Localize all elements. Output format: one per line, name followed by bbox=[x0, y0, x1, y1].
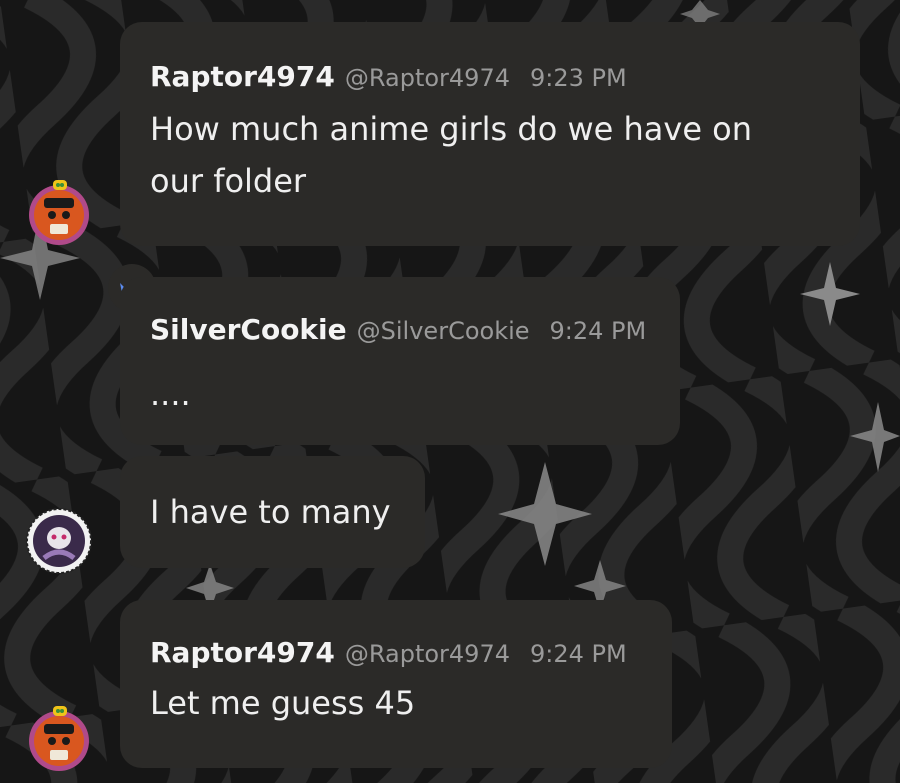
avatar-raptor4974[interactable] bbox=[28, 706, 90, 772]
raptor-avatar-icon bbox=[29, 185, 89, 245]
username[interactable]: Raptor4974 bbox=[150, 60, 335, 93]
message-text: Let me guess 45 bbox=[150, 684, 416, 722]
badge-icon bbox=[53, 180, 67, 190]
message-text: How much anime girls do we have on our f… bbox=[150, 103, 830, 207]
timestamp: 9:23 PM bbox=[530, 64, 627, 92]
message-header: Raptor4974 @Raptor4974 9:24 PM bbox=[150, 636, 642, 669]
user-handle: @Raptor4974 bbox=[344, 64, 510, 92]
message-bubble-3[interactable]: I have to many bbox=[120, 456, 425, 568]
message-bubble-2[interactable]: SilverCookie @SilverCookie 9:24 PM .... bbox=[120, 277, 680, 445]
user-handle: @SilverCookie bbox=[356, 317, 530, 345]
timestamp: 9:24 PM bbox=[530, 640, 627, 668]
raptor-avatar-icon bbox=[29, 711, 89, 771]
message-text: I have to many bbox=[150, 493, 391, 531]
avatar-raptor4974[interactable] bbox=[28, 180, 90, 246]
username[interactable]: Raptor4974 bbox=[150, 636, 335, 669]
message-bubble-4[interactable]: Raptor4974 @Raptor4974 9:24 PM Let me gu… bbox=[120, 600, 672, 768]
message-text-line: our folder bbox=[150, 162, 307, 200]
avatar-silvercookie[interactable] bbox=[26, 508, 92, 574]
badge-icon bbox=[53, 706, 67, 716]
username[interactable]: SilverCookie bbox=[150, 313, 347, 346]
timestamp: 9:24 PM bbox=[549, 317, 647, 345]
message-text-line: How much anime girls do we have on bbox=[150, 110, 753, 148]
message-bubble-1[interactable]: Raptor4974 @Raptor4974 9:23 PM How much … bbox=[120, 22, 860, 246]
message-text: .... bbox=[150, 375, 191, 413]
message-header: Raptor4974 @Raptor4974 9:23 PM bbox=[150, 60, 830, 93]
silvercookie-avatar-icon bbox=[26, 508, 92, 574]
message-header: SilverCookie @SilverCookie 9:24 PM bbox=[150, 313, 650, 346]
user-handle: @Raptor4974 bbox=[344, 640, 510, 668]
